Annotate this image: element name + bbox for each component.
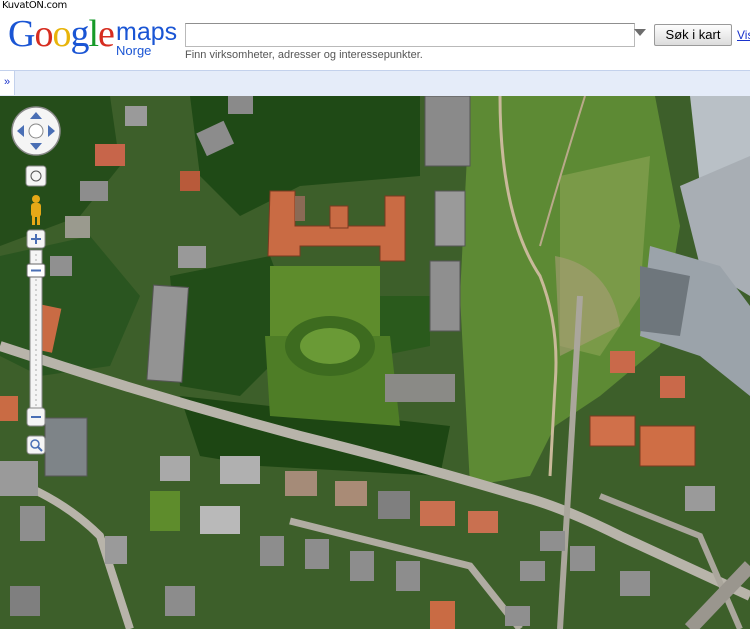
satellite-map[interactable] bbox=[0, 96, 750, 629]
region-name: Norge bbox=[116, 43, 152, 58]
search-hint: Finn virksomheter, adresser og interesse… bbox=[185, 49, 423, 61]
zoom-in-button[interactable] bbox=[26, 229, 46, 249]
zoom-area-icon[interactable] bbox=[26, 435, 46, 455]
chevron-down-icon[interactable] bbox=[634, 29, 646, 36]
google-logo[interactable]: Google bbox=[8, 14, 115, 54]
watermark-text: KuvatON.com bbox=[2, 0, 67, 11]
header: Google maps Norge Søk i kart Vis Finn vi… bbox=[0, 0, 750, 70]
zoom-slider[interactable] bbox=[26, 249, 46, 417]
toolbar-strip: » bbox=[0, 70, 750, 97]
pan-control[interactable] bbox=[11, 106, 61, 156]
expand-panel-button[interactable]: » bbox=[0, 71, 15, 95]
map-controls bbox=[11, 106, 61, 455]
reset-control[interactable] bbox=[25, 165, 47, 187]
header-link[interactable]: Vis bbox=[737, 28, 750, 42]
street-view-pegman[interactable] bbox=[31, 195, 41, 225]
zoom-out-button[interactable] bbox=[26, 407, 46, 427]
satellite-imagery[interactable] bbox=[0, 96, 750, 629]
search-input[interactable] bbox=[185, 23, 635, 47]
search-button[interactable]: Søk i kart bbox=[654, 24, 732, 46]
